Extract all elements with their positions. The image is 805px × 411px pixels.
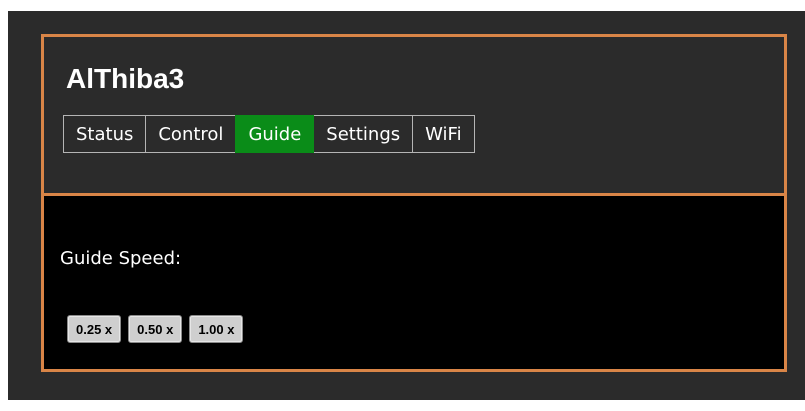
page-header: AlThiba3 Status Control Guide Settings W… (44, 37, 784, 196)
tab-control[interactable]: Control (145, 115, 237, 153)
page-title: AlThiba3 (66, 63, 185, 94)
speed-050-button[interactable]: 0.50 x (128, 315, 183, 343)
tab-guide[interactable]: Guide (235, 115, 315, 153)
tab-settings[interactable]: Settings (313, 115, 414, 153)
guide-speed-buttons: 0.25 x 0.50 x 1.00 x (67, 315, 244, 343)
guide-panel: Guide Speed: 0.25 x 0.50 x 1.00 x (44, 196, 784, 369)
app-window: AlThiba3 Status Control Guide Settings W… (8, 11, 805, 400)
guide-speed-label: Guide Speed: (60, 248, 182, 269)
tab-bar: Status Control Guide Settings WiFi (63, 115, 475, 153)
speed-100-button[interactable]: 1.00 x (189, 315, 244, 343)
tab-status[interactable]: Status (63, 115, 147, 153)
tab-wifi[interactable]: WiFi (412, 115, 475, 153)
speed-025-button[interactable]: 0.25 x (67, 315, 122, 343)
main-frame: AlThiba3 Status Control Guide Settings W… (41, 34, 787, 372)
